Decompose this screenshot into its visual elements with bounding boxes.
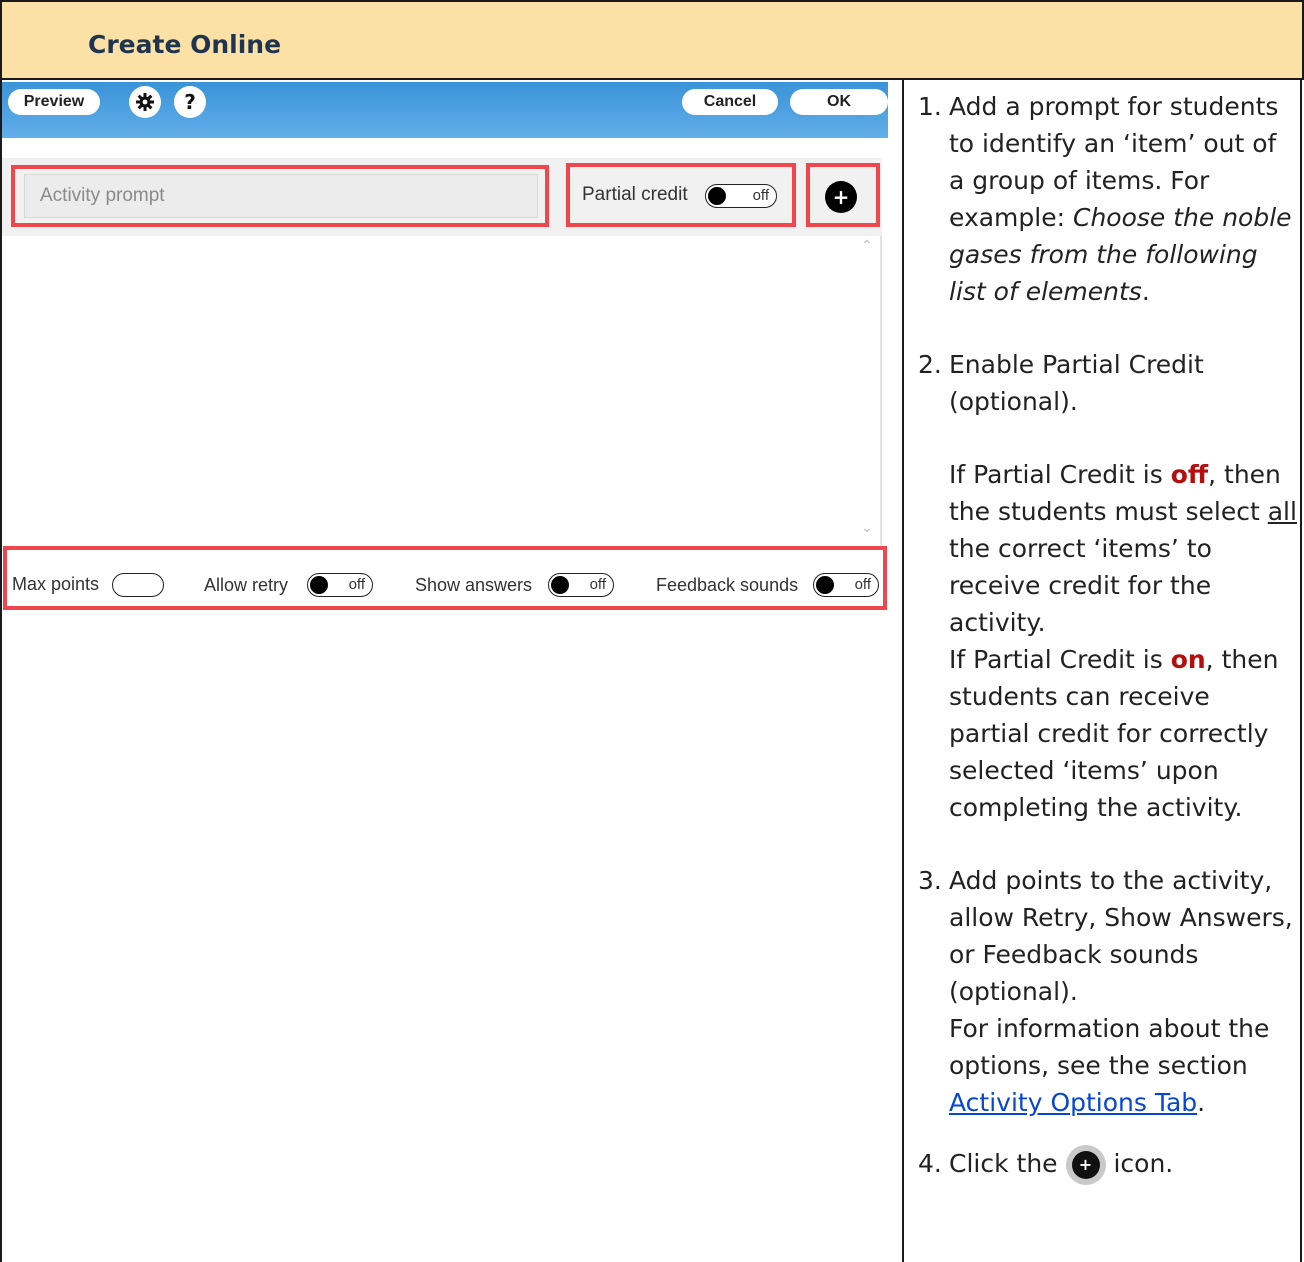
scroll-down-icon[interactable]: ⌄	[861, 520, 873, 536]
step-2-off-paragraph: If Partial Credit is off, then the stude…	[949, 456, 1298, 641]
keyword-on: on	[1170, 645, 1206, 674]
keyword-all: all	[1267, 497, 1297, 526]
step-3-text: Add points to the activity, allow Retry,…	[949, 866, 1293, 1006]
highlight-options-row	[3, 546, 887, 610]
instructions-panel: 1. Add a prompt for students to identify…	[918, 88, 1298, 1182]
scroll-up-icon[interactable]: ⌃	[861, 238, 873, 254]
step-3-end: .	[1197, 1088, 1206, 1117]
activity-options-tab-link[interactable]: Activity Options Tab	[949, 1088, 1197, 1117]
step-3: 3. Add points to the activity, allow Ret…	[918, 862, 1298, 1121]
step-2: 2. Enable Partial Credit (optional). If …	[918, 346, 1298, 826]
step-1: 1. Add a prompt for students to identify…	[918, 88, 1298, 310]
items-area	[2, 236, 882, 548]
step-3-info-text: For information about the options, see t…	[949, 1014, 1270, 1080]
column-divider	[902, 80, 904, 1262]
step-2-on-a: If Partial Credit is	[949, 645, 1171, 674]
step-number: 2.	[918, 350, 942, 379]
highlight-partial-credit	[566, 163, 796, 227]
ok-button[interactable]: OK	[790, 89, 888, 115]
help-icon[interactable]: ?	[174, 86, 206, 118]
step-number: 1.	[918, 92, 942, 121]
step-4: 4. Click the + icon.	[918, 1145, 1298, 1182]
cancel-button[interactable]: Cancel	[682, 89, 778, 115]
keyword-off: off	[1170, 460, 1209, 489]
step-2-on-paragraph: If Partial Credit is on, then students c…	[949, 641, 1298, 826]
scrollbar-track[interactable]	[880, 236, 882, 546]
page-header: Create Online	[0, 0, 1304, 80]
step-2-text: Enable Partial Credit (optional).	[949, 350, 1204, 416]
step-1-end: .	[1141, 277, 1150, 306]
step-4-text-b: icon.	[1113, 1149, 1174, 1178]
add-item-icon: +	[1071, 1151, 1100, 1179]
step-2-off-c: the correct ‘items’ to receive credit fo…	[949, 534, 1212, 637]
step-4-text-a: Click the	[949, 1149, 1058, 1178]
preview-button[interactable]: Preview	[8, 89, 100, 115]
step-number: 3.	[918, 866, 942, 895]
gear-icon-glyph	[136, 93, 154, 111]
step-number: 4.	[918, 1149, 942, 1178]
gear-icon[interactable]	[129, 86, 161, 118]
highlight-activity-prompt	[11, 165, 549, 227]
highlight-add-button	[806, 163, 880, 227]
page-title: Create Online	[88, 30, 282, 59]
step-3-info: For information about the options, see t…	[949, 1010, 1298, 1121]
step-2-off-a: If Partial Credit is	[949, 460, 1171, 489]
